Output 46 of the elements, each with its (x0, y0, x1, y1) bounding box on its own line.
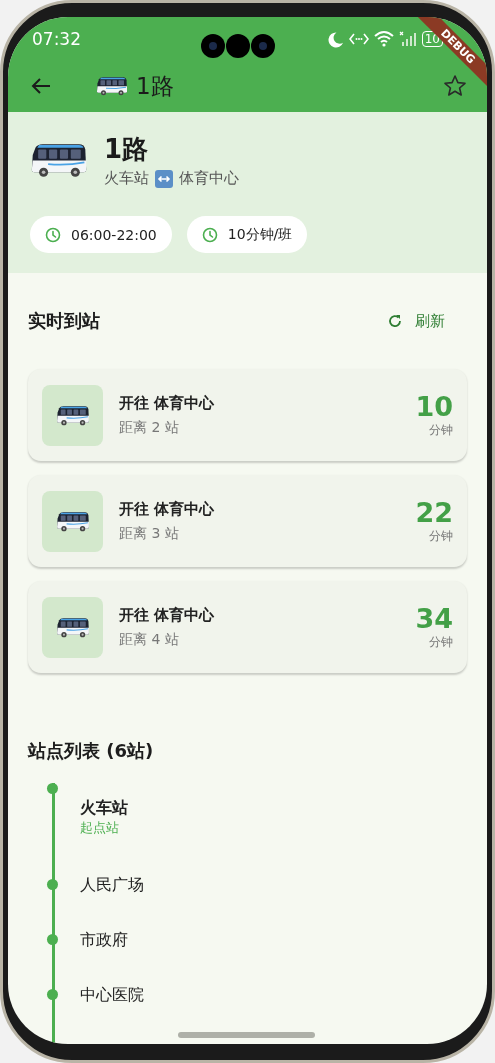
timeline-dot (47, 879, 58, 890)
minutes-unit: 分钟 (429, 422, 453, 439)
timeline-dot (47, 783, 58, 794)
bus-icon (30, 142, 88, 178)
star-icon[interactable] (443, 74, 467, 99)
arrival-card[interactable]: 开往 体育中心 距离 2 站 10 分钟 (28, 369, 467, 461)
route-destination: 体育中心 (179, 169, 239, 188)
bus-icon (55, 404, 90, 426)
arrival-card[interactable]: 开往 体育中心 距离 4 站 34 分钟 (28, 581, 467, 673)
arrival-minutes: 10 (415, 391, 453, 422)
section-title: 站点列表 (6站) (28, 739, 155, 763)
stop-tag: 起点站 (80, 819, 128, 837)
arrival-destination: 开往 体育中心 (119, 605, 216, 625)
arrival-distance: 距离 3 站 (119, 524, 180, 543)
arrival-destination: 开往 体育中心 (119, 499, 216, 519)
clock-icon (45, 226, 61, 243)
moon-icon (326, 29, 344, 48)
stop-name: 市政府 (80, 929, 128, 951)
status-time: 07:32 (32, 28, 82, 49)
bus-icon (96, 76, 128, 97)
signal-icon (398, 30, 417, 47)
arrival-distance: 距离 4 站 (119, 630, 180, 649)
wifi-icon (373, 30, 394, 48)
arrival-minutes: 34 (415, 603, 453, 634)
timeline-dot (47, 934, 58, 945)
section-title: 实时到站 (28, 309, 100, 333)
stop-name: 人民广场 (80, 874, 144, 896)
stop-name: 火车站 (80, 797, 128, 819)
chip-label: 06:00-22:00 (71, 226, 157, 243)
refresh-button[interactable]: 刷新 (383, 307, 449, 335)
refresh-icon (387, 313, 403, 329)
bus-icon (55, 510, 90, 532)
minutes-unit: 分钟 (429, 634, 453, 651)
route-origin: 火车站 (104, 169, 149, 188)
chip-label: 10分钟/班 (227, 225, 293, 244)
minutes-unit: 分钟 (429, 528, 453, 545)
arrival-destination: 开往 体育中心 (119, 393, 216, 413)
bus-icon (55, 616, 90, 638)
arrival-card[interactable]: 开往 体育中心 距离 3 站 22 分钟 (28, 475, 467, 567)
route-name: 1路 (104, 133, 150, 166)
app-title: 1路 (136, 71, 174, 101)
arrival-distance: 距离 2 站 (119, 418, 180, 437)
clock-icon (201, 226, 218, 243)
arrival-minutes: 22 (415, 497, 453, 528)
stop-name: 中心医院 (80, 984, 144, 1006)
timeline-dot (47, 989, 58, 1000)
